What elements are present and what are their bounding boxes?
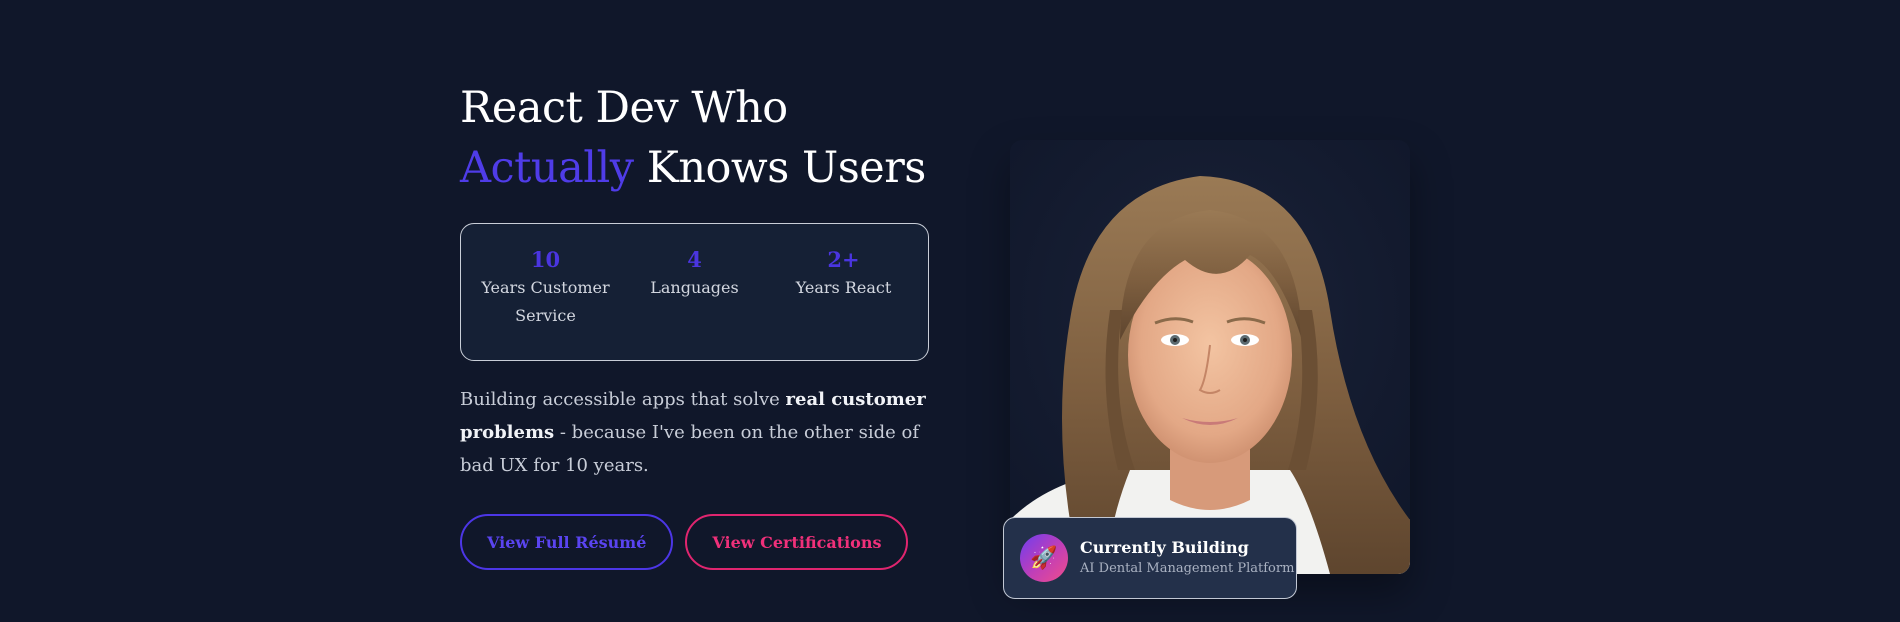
headline-accent-word: Actually	[460, 143, 634, 193]
stat-value: 4	[687, 247, 702, 272]
portrait-card	[1010, 140, 1410, 574]
stat-value: 10	[530, 247, 561, 272]
badge-title: Currently Building	[1080, 538, 1249, 557]
stat-label: Languages	[650, 278, 739, 297]
hero-headline: React Dev Who Actually Knows Users	[460, 78, 940, 198]
hero-left-column: React Dev Who Actually Knows Users 10 Ye…	[460, 78, 940, 570]
stats-card: 10 Years Customer Service 4 Languages 2+…	[460, 223, 929, 361]
headline-line-1: React Dev Who	[460, 83, 788, 133]
intro-text-1: Building accessible apps that solve	[460, 389, 786, 410]
hero-section: React Dev Who Actually Knows Users 10 Ye…	[0, 0, 1900, 622]
currently-building-badge: 🚀 Currently Building AI Dental Managemen…	[1003, 517, 1297, 599]
stat-label: Years Customer	[481, 278, 610, 297]
rocket-icon: 🚀	[1020, 534, 1068, 582]
stat-value: 2+	[827, 247, 860, 272]
badge-text: Currently Building AI Dental Management …	[1080, 537, 1294, 579]
hero-buttons: View Full Résumé View Certifications	[460, 514, 909, 570]
view-resume-button[interactable]: View Full Résumé	[460, 514, 674, 570]
stat-react: 2+ Years React	[769, 246, 918, 360]
stat-languages: 4 Languages	[620, 246, 769, 360]
stat-label-line-2: Service	[515, 306, 576, 325]
badge-subtitle: AI Dental Management Platform	[1080, 561, 1295, 576]
intro-paragraph: Building accessible apps that solve real…	[460, 383, 940, 482]
stat-customer-service: 10 Years Customer Service	[471, 246, 620, 360]
stat-label: Years React	[795, 278, 892, 297]
portrait-photo	[1010, 140, 1410, 574]
headline-rest: Knows Users	[633, 143, 927, 193]
headline-line-2: Actually Knows Users	[460, 138, 940, 198]
view-certifications-button[interactable]: View Certifications	[685, 514, 909, 570]
